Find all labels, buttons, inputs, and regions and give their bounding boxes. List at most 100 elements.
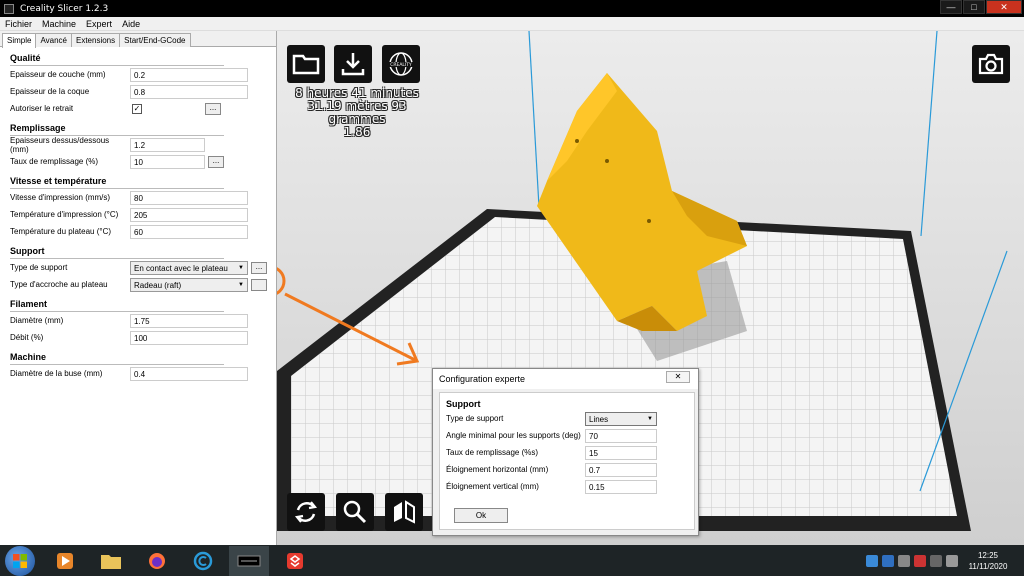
bed-temp-input[interactable]: 60 bbox=[130, 224, 248, 239]
top-bottom-label: Epaisseurs dessus/dessous (mm) bbox=[10, 135, 110, 154]
network-icon[interactable] bbox=[866, 554, 878, 567]
minimize-button[interactable]: — bbox=[940, 0, 962, 14]
dropbox-icon[interactable] bbox=[882, 554, 894, 567]
sketchup-icon bbox=[287, 552, 303, 569]
dialog-title-bar: Configuration experte ✕ bbox=[433, 369, 698, 389]
mirror-icon bbox=[394, 500, 415, 524]
shell-thickness-label: Epaisseur de la coque bbox=[10, 87, 90, 96]
ccleaner-icon bbox=[193, 551, 213, 570]
adhesion-settings-button[interactable] bbox=[251, 278, 267, 291]
retraction-label: Autoriser le retrait bbox=[10, 104, 74, 113]
infill-settings-button[interactable]: ... bbox=[208, 155, 224, 168]
support-type-select[interactable]: En contact avec le plateau ▼ bbox=[130, 260, 248, 275]
clock-date: 11/11/2020 bbox=[968, 561, 1008, 571]
bed-temp-label: Température du plateau (°C) bbox=[10, 227, 112, 236]
start-button[interactable] bbox=[5, 545, 35, 576]
menu-aide[interactable]: Aide bbox=[117, 19, 145, 29]
rotate-icon bbox=[294, 501, 318, 523]
adhesion-type-select[interactable]: Radeau (raft) ▼ bbox=[130, 277, 248, 292]
rotate-button[interactable] bbox=[287, 493, 325, 531]
close-button[interactable]: ✕ bbox=[986, 0, 1022, 14]
support-settings-button[interactable]: ... bbox=[251, 261, 267, 274]
menu-bar: Fichier Machine Expert Aide bbox=[0, 17, 1024, 31]
tab-extensions[interactable]: Extensions bbox=[71, 33, 121, 47]
diameter-row: Diamètre (mm) 1.75 bbox=[0, 312, 276, 329]
tab-simple[interactable]: Simple bbox=[2, 33, 37, 48]
tab-avance[interactable]: Avancé bbox=[35, 33, 72, 47]
print-speed-row: Vitesse d'impression (mm/s) 80 bbox=[0, 189, 276, 206]
dialog-ok-button[interactable]: Ok bbox=[454, 508, 508, 523]
taskbar-media-player[interactable] bbox=[45, 546, 85, 576]
app-icon bbox=[4, 3, 14, 14]
menu-machine[interactable]: Machine bbox=[37, 19, 81, 29]
expert-config-dialog: Configuration experte ✕ Support Type de … bbox=[432, 368, 699, 536]
layer-height-input[interactable]: 0.2 bbox=[130, 67, 248, 82]
print-temp-input[interactable]: 205 bbox=[130, 207, 248, 222]
window-title: Creality Slicer 1.2.3 bbox=[20, 3, 109, 14]
section-title-machine: Machine bbox=[10, 352, 47, 362]
section-title-qualite: Qualité bbox=[10, 53, 41, 63]
dialog-horizontal-row: Éloignement horizontal (mm) 0.7 bbox=[440, 461, 694, 478]
section-title-remplissage: Remplissage bbox=[10, 123, 66, 133]
layer-height-row: Epaisseur de couche (mm) 0.2 bbox=[0, 66, 276, 83]
maximize-button[interactable]: □ bbox=[963, 0, 985, 14]
retraction-checkbox[interactable]: ✓ bbox=[132, 103, 142, 114]
monitor-icon[interactable] bbox=[930, 554, 942, 567]
infill-density-input[interactable]: 10 bbox=[130, 154, 205, 169]
retraction-settings-button[interactable]: ... bbox=[205, 102, 221, 115]
menu-fichier[interactable]: Fichier bbox=[0, 19, 37, 29]
mirror-button[interactable] bbox=[385, 493, 423, 531]
dialog-support-type-select[interactable]: Lines ▼ bbox=[585, 411, 657, 426]
dialog-section-title: Support bbox=[446, 399, 481, 409]
tab-start-end-gcode[interactable]: Start/End-GCode bbox=[119, 33, 191, 47]
print-temp-row: Température d'impression (°C) 205 bbox=[0, 206, 276, 223]
taskbar-ccleaner[interactable] bbox=[183, 546, 223, 576]
diameter-input[interactable]: 1.75 bbox=[130, 313, 248, 328]
creality-cloud-button[interactable]: CREALITY bbox=[382, 45, 420, 83]
media-player-icon bbox=[57, 552, 73, 569]
section-title-filament: Filament bbox=[10, 299, 48, 309]
volume-icon[interactable] bbox=[946, 554, 958, 567]
screenshot-button[interactable] bbox=[972, 45, 1010, 83]
menu-expert[interactable]: Expert bbox=[81, 19, 117, 29]
top-bottom-input[interactable]: 1.2 bbox=[130, 137, 205, 152]
usb-icon[interactable] bbox=[898, 554, 910, 567]
taskbar-explorer[interactable] bbox=[91, 546, 131, 576]
title-bar: Creality Slicer 1.2.3 — □ ✕ bbox=[0, 0, 1024, 17]
settings-tabs: Simple Avancé Extensions Start/End-GCode bbox=[0, 31, 276, 48]
dialog-vertical-input[interactable]: 0.15 bbox=[585, 479, 657, 494]
flow-label: Débit (%) bbox=[10, 333, 44, 342]
dialog-fill-row: Taux de remplissage (%s) 15 bbox=[440, 444, 694, 461]
save-gcode-button[interactable] bbox=[334, 45, 372, 83]
nozzle-label: Diamètre de la buse (mm) bbox=[10, 369, 103, 378]
dialog-fill-input[interactable]: 15 bbox=[585, 445, 657, 460]
clock-time: 12:25 bbox=[977, 550, 999, 560]
dialog-angle-input[interactable]: 70 bbox=[585, 428, 657, 443]
taskbar-firefox[interactable] bbox=[137, 546, 177, 576]
clock[interactable]: 12:25 11/11/2020 bbox=[962, 550, 1014, 572]
chevron-down-icon: ▼ bbox=[238, 281, 244, 288]
scale-button[interactable] bbox=[336, 493, 374, 531]
taskbar-creality-slicer[interactable] bbox=[229, 545, 269, 576]
dialog-horizontal-input[interactable]: 0.7 bbox=[585, 462, 657, 477]
settings-panel: Simple Avancé Extensions Start/End-GCode… bbox=[0, 31, 277, 545]
dialog-body: Support Type de support Lines ▼ Angle mi… bbox=[439, 392, 695, 530]
chevron-down-icon: ▼ bbox=[238, 264, 244, 271]
shell-thickness-input[interactable]: 0.8 bbox=[130, 84, 248, 99]
dialog-title: Configuration experte bbox=[439, 374, 526, 384]
camera-icon bbox=[978, 53, 1004, 75]
windows-logo-icon bbox=[13, 553, 27, 568]
support-type-value: En contact avec le plateau bbox=[134, 263, 228, 273]
open-file-button[interactable] bbox=[287, 45, 325, 83]
taskbar-sketchup[interactable] bbox=[275, 546, 315, 576]
flow-input[interactable]: 100 bbox=[130, 330, 248, 345]
dialog-close-button[interactable]: ✕ bbox=[666, 371, 690, 383]
taskbar: 12:25 11/11/2020 bbox=[0, 545, 1024, 576]
print-speed-input[interactable]: 80 bbox=[130, 190, 248, 205]
security-icon[interactable] bbox=[914, 554, 926, 567]
infill-density-row: Taux de remplissage (%) 10 ... bbox=[0, 153, 276, 170]
dialog-fill-label: Taux de remplissage (%s) bbox=[446, 448, 539, 457]
bed-temp-row: Température du plateau (°C) 60 bbox=[0, 223, 276, 240]
window-controls: — □ ✕ bbox=[939, 0, 1022, 14]
nozzle-input[interactable]: 0.4 bbox=[130, 366, 248, 381]
